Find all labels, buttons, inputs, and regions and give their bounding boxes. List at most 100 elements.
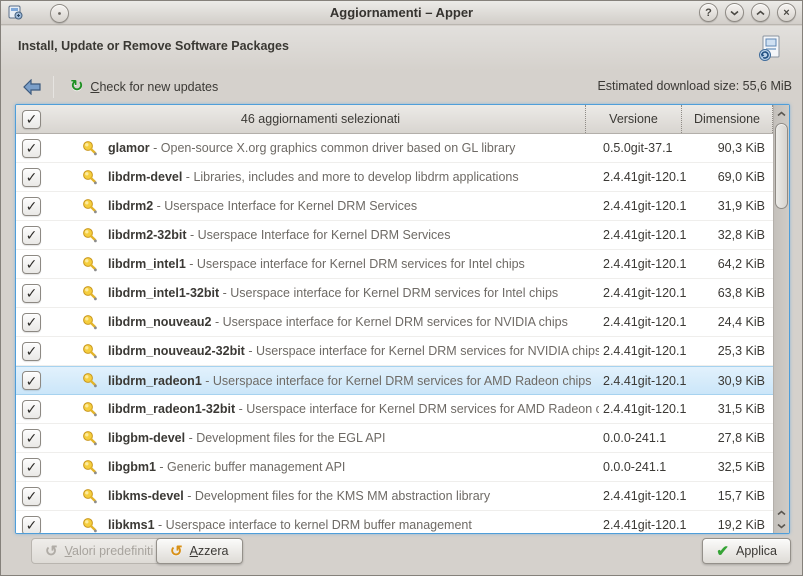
package-checkbox[interactable]: ✓ [22, 255, 41, 274]
apply-button[interactable]: ✔ Applica [702, 538, 791, 564]
check-icon: ✓ [26, 141, 38, 155]
window-title: Aggiornamenti – Apper [1, 5, 802, 20]
scroll-down-icon[interactable] [774, 519, 789, 532]
minimize-button[interactable] [725, 3, 744, 22]
back-button[interactable] [19, 76, 45, 98]
scroll-up-icon-bottom[interactable] [774, 506, 789, 519]
package-description: Userspace interface for Kernel DRM servi… [197, 257, 525, 271]
package-row[interactable]: ✓ libgbm1 - Generic buffer management AP… [16, 453, 773, 482]
package-name: libdrm_radeon1 [108, 374, 202, 388]
package-description: Open-source X.org graphics common driver… [161, 141, 516, 155]
package-checkbox[interactable]: ✓ [22, 371, 41, 390]
package-checkbox[interactable]: ✓ [22, 400, 41, 419]
package-version: 2.4.41git-120.1 [599, 518, 695, 532]
package-version: 2.4.41git-120.1 [599, 199, 695, 213]
chevron-up-icon [756, 10, 765, 16]
check-updates-label: Check for new updates [90, 80, 218, 94]
scrollbar-thumb[interactable] [775, 123, 788, 209]
package-row[interactable]: ✓ libkms-devel - Development files for t… [16, 482, 773, 511]
package-checkbox[interactable]: ✓ [22, 197, 41, 216]
package-version: 2.4.41git-120.1 [599, 344, 695, 358]
selection-summary-header[interactable]: 46 aggiornamenti selezionati [56, 105, 585, 133]
close-button[interactable]: × [777, 3, 796, 22]
package-version: 2.4.41git-120.1 [599, 228, 695, 242]
package-checkbox[interactable]: ✓ [22, 226, 41, 245]
package-checkbox[interactable]: ✓ [22, 168, 41, 187]
help-button[interactable]: ? [699, 3, 718, 22]
package-description: Userspace interface for Kernel DRM servi… [230, 286, 558, 300]
package-name: libdrm2 [108, 199, 153, 213]
check-icon: ✓ [26, 344, 38, 358]
package-description: Libraries, includes and more to develop … [193, 170, 518, 184]
package-name: libkms-devel [108, 489, 184, 503]
package-row[interactable]: ✓ libdrm_nouveau2 - Userspace interface … [16, 308, 773, 337]
check-icon: ✓ [26, 228, 38, 242]
package-row[interactable]: ✓ libdrm_intel1 - Userspace interface fo… [16, 250, 773, 279]
update-key-icon [82, 285, 108, 302]
package-name: libkms1 [108, 518, 155, 532]
toolbar: ↻ Check for new updates Estimated downlo… [1, 71, 802, 103]
table-header: ✓ 46 aggiornamenti selezionati Versione … [16, 105, 789, 134]
package-row[interactable]: ✓ libdrm_intel1-32bit - Userspace interf… [16, 279, 773, 308]
check-icon: ✓ [26, 112, 38, 126]
check-icon: ✓ [26, 257, 38, 271]
package-checkbox[interactable]: ✓ [22, 139, 41, 158]
package-size: 69,0 KiB [695, 170, 773, 184]
package-size: 32,8 KiB [695, 228, 773, 242]
scroll-up-icon[interactable] [774, 107, 789, 120]
update-key-icon [82, 343, 108, 360]
package-version: 0.0.0-241.1 [599, 460, 695, 474]
package-list: ✓ glamor - Open-source X.org graphics co… [16, 134, 773, 533]
check-icon: ✓ [26, 315, 38, 329]
vertical-scrollbar[interactable] [773, 105, 789, 533]
package-row[interactable]: ✓ libdrm2-32bit - Userspace Interface fo… [16, 221, 773, 250]
check-icon: ✓ [26, 489, 38, 503]
package-size: 31,5 KiB [695, 402, 773, 416]
package-size: 63,8 KiB [695, 286, 773, 300]
select-all-checkbox[interactable]: ✓ [22, 110, 41, 129]
page-header: Install, Update or Remove Software Packa… [1, 26, 802, 71]
package-version: 0.5.0git-37.1 [599, 141, 695, 155]
package-row[interactable]: ✓ libkms1 - Userspace interface to kerne… [16, 511, 773, 533]
window-menu-button[interactable] [50, 4, 69, 23]
package-checkbox[interactable]: ✓ [22, 429, 41, 448]
close-icon: × [783, 7, 789, 19]
package-row[interactable]: ✓ libgbm-devel - Development files for t… [16, 424, 773, 453]
package-version: 2.4.41git-120.1 [599, 374, 695, 388]
package-row[interactable]: ✓ libdrm2 - Userspace Interface for Kern… [16, 192, 773, 221]
package-checkbox[interactable]: ✓ [22, 458, 41, 477]
update-key-icon [82, 372, 108, 389]
package-row[interactable]: ✓ glamor - Open-source X.org graphics co… [16, 134, 773, 163]
package-checkbox[interactable]: ✓ [22, 487, 41, 506]
titlebar[interactable]: Aggiornamenti – Apper ? × [1, 1, 802, 25]
package-name: libdrm_intel1-32bit [108, 286, 219, 300]
version-column-header[interactable]: Versione [585, 105, 681, 133]
software-updates-icon [755, 33, 785, 68]
package-name: glamor [108, 141, 150, 155]
size-column-header[interactable]: Dimensione [681, 105, 773, 133]
check-updates-button[interactable]: ↻ Check for new updates [64, 77, 224, 97]
toolbar-separator [53, 76, 54, 98]
package-row[interactable]: ✓ libdrm_nouveau2-32bit - Userspace inte… [16, 337, 773, 366]
maximize-button[interactable] [751, 3, 770, 22]
package-checkbox[interactable]: ✓ [22, 516, 41, 534]
package-row[interactable]: ✓ libdrm_radeon1 - Userspace interface f… [16, 366, 773, 395]
package-checkbox[interactable]: ✓ [22, 313, 41, 332]
package-row[interactable]: ✓ libdrm-devel - Libraries, includes and… [16, 163, 773, 192]
package-version: 0.0.0-241.1 [599, 431, 695, 445]
package-name: libdrm_radeon1-32bit [108, 402, 235, 416]
package-row[interactable]: ✓ libdrm_radeon1-32bit - Userspace inter… [16, 395, 773, 424]
defaults-button[interactable]: ↺ Valori predefiniti [31, 538, 167, 564]
package-checkbox[interactable]: ✓ [22, 284, 41, 303]
check-icon: ✓ [26, 518, 38, 532]
package-description: Userspace interface for Kernel DRM servi… [223, 315, 568, 329]
package-description: Generic buffer management API [167, 460, 345, 474]
app-icon [7, 3, 24, 23]
update-key-icon [82, 256, 108, 273]
package-version: 2.4.41git-120.1 [599, 489, 695, 503]
package-checkbox[interactable]: ✓ [22, 342, 41, 361]
package-name: libgbm-devel [108, 431, 185, 445]
reset-button[interactable]: ↺ Azzera [156, 538, 243, 564]
package-description: Userspace Interface for Kernel DRM Servi… [198, 228, 451, 242]
update-key-icon [82, 169, 108, 186]
